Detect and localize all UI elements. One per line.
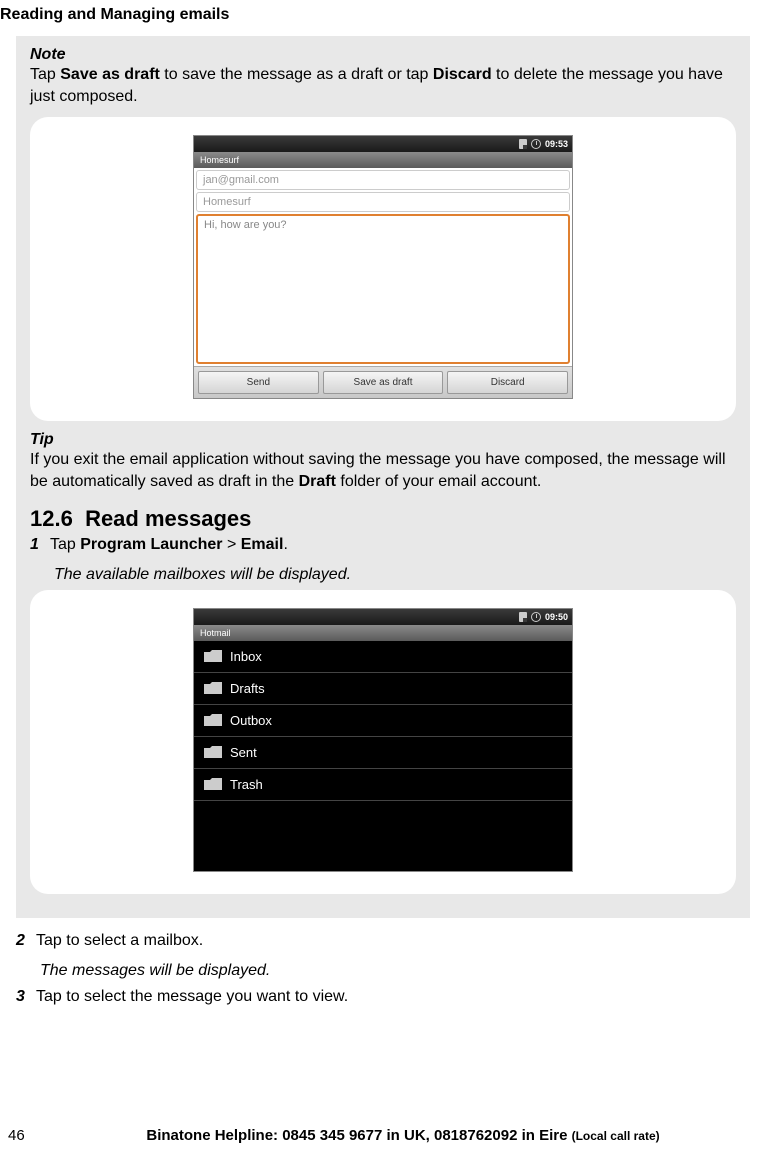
step-1-text: Tap Program Launcher > Email. — [50, 534, 288, 556]
mailbox-item-inbox[interactable]: Inbox — [194, 641, 572, 673]
step-3: 3 Tap to select the message you want to … — [16, 986, 750, 1008]
to-field[interactable]: jan@gmail.com — [196, 170, 570, 190]
mailbox-list: Inbox Drafts Outbox — [194, 641, 572, 871]
page-header: Reading and Managing emails — [0, 0, 766, 36]
folder-icon — [204, 778, 222, 790]
mailbox-label: Drafts — [230, 681, 265, 696]
step1-bold1: Program Launcher — [80, 536, 222, 553]
tip-bold-draft: Draft — [299, 473, 336, 490]
page-footer: 46 Binatone Helpline: 0845 345 9677 in U… — [0, 1127, 766, 1144]
discard-label: Discard — [491, 377, 525, 388]
status-bar: 09:50 — [194, 609, 572, 625]
note-body: Tap Save as draft to save the message as… — [30, 64, 736, 107]
mailbox-item-sent[interactable]: Sent — [194, 737, 572, 769]
step1-text: > — [223, 536, 241, 553]
alarm-icon — [531, 139, 541, 149]
app-titlebar: Homesurf — [194, 152, 572, 168]
body-field[interactable]: Hi, how are you? — [196, 214, 570, 364]
app-titlebar: Hotmail — [194, 625, 572, 641]
step-2-text: Tap to select a mailbox. — [36, 930, 203, 952]
save-draft-button[interactable]: Save as draft — [323, 371, 444, 394]
discard-button[interactable]: Discard — [447, 371, 568, 394]
note-text: to save the message as a draft or tap — [160, 66, 433, 83]
step1-bold2: Email — [241, 536, 284, 553]
status-time: 09:50 — [545, 612, 568, 622]
step1-text: Tap — [50, 536, 80, 553]
folder-icon — [204, 714, 222, 726]
app-title: Hotmail — [200, 628, 231, 638]
status-bar: 09:53 — [194, 136, 572, 152]
helpline-main: Binatone Helpline: 0845 345 9677 in UK, … — [146, 1127, 571, 1144]
step-1: 1 Tap Program Launcher > Email. — [30, 534, 736, 556]
mailbox-screenshot-panel: 09:50 Hotmail Inbox Drafts — [30, 590, 736, 894]
step-1-num: 1 — [30, 534, 50, 556]
mailbox-item-trash[interactable]: Trash — [194, 769, 572, 801]
step1-text: . — [283, 536, 287, 553]
folder-icon — [204, 746, 222, 758]
step-3-num: 3 — [16, 986, 36, 1008]
alarm-icon — [531, 612, 541, 622]
compose-fields: jan@gmail.com Homesurf Hi, how are you? — [194, 168, 572, 364]
subject-field[interactable]: Homesurf — [196, 192, 570, 212]
tip-heading: Tip — [30, 431, 736, 449]
sd-card-icon — [519, 139, 527, 149]
send-label: Send — [247, 377, 270, 388]
note-bold-save: Save as draft — [60, 66, 160, 83]
compose-button-bar: Send Save as draft Discard — [194, 366, 572, 398]
body-field-text: Hi, how are you? — [204, 219, 287, 231]
note-bold-discard: Discard — [433, 66, 492, 83]
compose-screenshot-panel: 09:53 Homesurf jan@gmail.com Homesurf Hi… — [30, 117, 736, 421]
mailbox-label: Trash — [230, 777, 263, 792]
mailbox-item-outbox[interactable]: Outbox — [194, 705, 572, 737]
compose-device: 09:53 Homesurf jan@gmail.com Homesurf Hi… — [193, 135, 573, 399]
subject-field-text: Homesurf — [203, 196, 251, 208]
sd-card-icon — [519, 612, 527, 622]
folder-icon — [204, 682, 222, 694]
step-2: 2 Tap to select a mailbox. — [16, 930, 750, 952]
helpline-text: Binatone Helpline: 0845 345 9677 in UK, … — [48, 1127, 758, 1144]
mailbox-label: Sent — [230, 745, 257, 760]
mailbox-label: Inbox — [230, 649, 262, 664]
mailbox-label: Outbox — [230, 713, 272, 728]
helpline-small: (Local call rate) — [572, 1129, 660, 1143]
app-title: Homesurf — [200, 155, 239, 165]
steps-lower: 2 Tap to select a mailbox. The messages … — [16, 930, 750, 1007]
mailbox-spacer — [194, 801, 572, 871]
header-title: Reading and Managing emails — [0, 6, 229, 23]
step-2-result: The messages will be displayed. — [40, 962, 750, 980]
section-heading: 12.6 Read messages — [30, 506, 736, 532]
mailbox-item-drafts[interactable]: Drafts — [194, 673, 572, 705]
to-field-text: jan@gmail.com — [203, 174, 279, 186]
grey-content-box: Note Tap Save as draft to save the messa… — [16, 36, 750, 918]
note-heading: Note — [30, 46, 736, 64]
step-3-text: Tap to select the message you want to vi… — [36, 986, 348, 1008]
mailbox-device: 09:50 Hotmail Inbox Drafts — [193, 608, 573, 872]
section-title: Read messages — [85, 506, 251, 531]
folder-icon — [204, 650, 222, 662]
status-time: 09:53 — [545, 139, 568, 149]
note-text: Tap — [30, 66, 60, 83]
send-button[interactable]: Send — [198, 371, 319, 394]
step-2-num: 2 — [16, 930, 36, 952]
save-label: Save as draft — [354, 377, 413, 388]
page-number: 46 — [8, 1127, 48, 1144]
section-number: 12.6 — [30, 506, 73, 531]
step-1-result: The available mailboxes will be displaye… — [54, 566, 736, 584]
tip-text: folder of your email account. — [336, 473, 541, 490]
tip-body: If you exit the email application withou… — [30, 449, 736, 492]
